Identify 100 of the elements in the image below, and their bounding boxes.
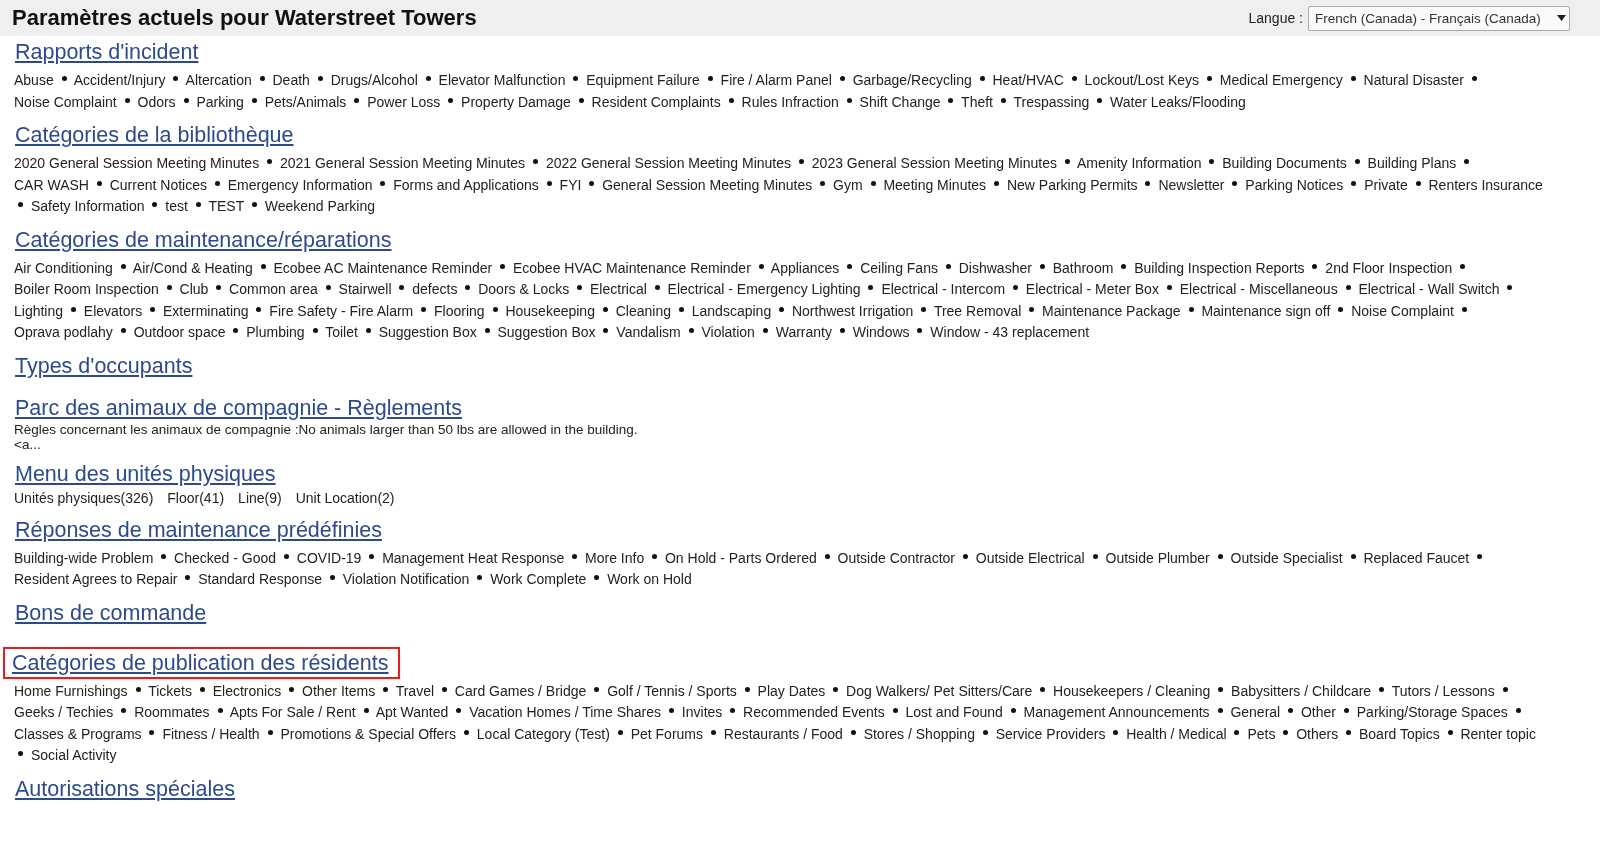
section-heading-link[interactable]: Catégories de publication des résidents: [5, 648, 399, 677]
category-item: Maintenance sign off: [1201, 302, 1331, 319]
category-item: Apt Wanted: [375, 704, 449, 720]
category-item: Amenity Information: [1077, 155, 1202, 171]
category-item: Renter topic: [1460, 725, 1536, 742]
category-item: General: [1230, 704, 1281, 720]
category-item: Geeks / Techies: [14, 704, 114, 720]
category-item: 2nd Floor Inspection: [1325, 259, 1453, 276]
category-item: Parking Notices: [1245, 176, 1344, 193]
category-item: Stairwell: [338, 281, 392, 297]
language-select[interactable]: French (Canada) - Français (Canada): [1308, 5, 1570, 31]
category-item: Others: [1296, 725, 1339, 742]
section-heading-link[interactable]: Autorisations spéciales: [14, 774, 236, 803]
category-item: Apts For Sale / Rent: [229, 704, 356, 720]
category-item: Exterminating: [162, 302, 249, 319]
section-heading-link[interactable]: Réponses de maintenance prédéfinies: [14, 515, 383, 544]
category-item: Service Providers: [995, 725, 1106, 742]
category-item: Electrical - Emergency Lighting: [667, 281, 861, 297]
category-item: Emergency Information: [227, 176, 373, 193]
category-item: Housekeeping: [505, 302, 595, 319]
category-item: Ecobee AC Maintenance Reminder: [273, 259, 493, 276]
category-item: Other: [1301, 704, 1336, 720]
section-heading-link[interactable]: Catégories de la bibliothèque: [14, 121, 295, 149]
category-item: Suggestion Box: [378, 324, 477, 340]
category-item: Window - 43 replacement: [930, 324, 1090, 340]
category-item: Flooring: [434, 302, 485, 319]
category-item: CAR WASH: [14, 176, 89, 193]
category-item: Management Heat Response: [382, 549, 565, 566]
category-item: Work Complete: [490, 571, 587, 587]
category-item: Building Documents: [1222, 155, 1347, 171]
category-item: Vandalism: [616, 324, 681, 340]
category-item: Forms and Applications: [393, 176, 539, 193]
category-item: Social Activity: [30, 747, 117, 763]
category-item: Doors & Locks: [478, 281, 570, 297]
category-item: Medical Emergency: [1219, 72, 1343, 88]
category-item: 2021 General Session Meeting Minutes: [279, 155, 526, 171]
category-item: Water Leaks/Flooding: [1110, 93, 1246, 110]
category-item: 2020 General Session Meeting Minutes: [14, 155, 260, 171]
category-item: Stores / Shopping: [863, 725, 975, 742]
category-item: Electrical: [590, 281, 647, 297]
category-item: Violation Notification: [342, 571, 470, 587]
category-item: Common area: [229, 281, 318, 297]
page-title: Paramètres actuels pour Waterstreet Towers: [12, 5, 477, 31]
category-item: Accident/Injury: [73, 72, 166, 88]
section-heading-link[interactable]: Bons de commande: [14, 598, 208, 627]
category-item: Parking/Storage Spaces: [1356, 704, 1508, 720]
category-item: Resident Complaints: [591, 93, 721, 110]
section-heading-link[interactable]: Types d'occupants: [14, 351, 194, 380]
category-item: Elevators: [83, 302, 143, 319]
category-item: Building Inspection Reports: [1134, 259, 1305, 276]
category-item: Theft: [961, 93, 993, 110]
category-item: Elevator Malfunction: [438, 72, 566, 88]
section-heading-link[interactable]: Menu des unités physiques: [14, 459, 277, 488]
category-item: Golf / Tennis / Sports: [607, 682, 737, 699]
category-item: Lighting: [14, 302, 64, 319]
category-item: Standard Response: [198, 571, 322, 587]
category-item: Vacation Homes / Time Shares: [469, 704, 662, 720]
unit-count-item: Line(9): [238, 488, 282, 508]
category-item: Restaurants / Food: [723, 725, 843, 742]
category-item: Home Furnishings: [14, 682, 128, 699]
category-item: Natural Disaster: [1363, 72, 1464, 88]
category-item: Boiler Room Inspection: [14, 281, 159, 297]
category-item: Health / Medical: [1126, 725, 1227, 742]
category-item: Warranty: [775, 324, 832, 340]
category-item: Tutors / Lessons: [1391, 682, 1495, 699]
category-item: New Parking Permits: [1006, 176, 1138, 193]
category-item: Northwest Irrigation: [791, 302, 914, 319]
category-item: Heat/HVAC: [992, 72, 1064, 88]
category-item: Outside Plumber: [1105, 549, 1210, 566]
category-item: Building Plans: [1367, 155, 1457, 171]
category-item: More Info: [585, 549, 645, 566]
category-item: Windows: [852, 324, 910, 340]
category-item: Toilet: [325, 324, 358, 340]
category-item: Dishwasher: [958, 259, 1032, 276]
category-item: defects: [412, 281, 458, 297]
category-item: Outside Specialist: [1230, 549, 1343, 566]
category-item: Promotions & Special Offers: [280, 725, 457, 742]
language-label: Langue :: [1248, 10, 1303, 26]
section-heading-link[interactable]: Rapports d'incident: [14, 38, 200, 66]
category-item: Electrical - Miscellaneous: [1179, 281, 1338, 297]
category-item: Appliances: [770, 259, 840, 276]
category-item: Abuse: [14, 72, 54, 88]
category-item: Oprava podlahy: [14, 324, 113, 340]
category-item: Lockout/Lost Keys: [1084, 72, 1199, 88]
category-item: Building-wide Problem: [14, 549, 154, 566]
category-item: Fire / Alarm Panel: [720, 72, 832, 88]
category-item: Odors: [137, 93, 176, 110]
category-item: Dog Walkers/ Pet Sitters/Care: [846, 682, 1033, 699]
category-item: Classes & Programs: [14, 725, 142, 742]
category-item: Garbage/Recycling: [852, 72, 972, 88]
category-item: Lost and Found: [905, 704, 1003, 720]
category-item: Electrical - Wall Switch: [1358, 281, 1500, 297]
category-item: Air/Cond & Heating: [132, 259, 253, 276]
category-item: Equipment Failure: [586, 72, 700, 88]
category-item: Electronics: [212, 682, 282, 699]
category-item: Management Announcements: [1023, 704, 1210, 720]
section-heading-link[interactable]: Parc des animaux de compagnie - Règlements: [14, 393, 463, 422]
section-heading-link[interactable]: Catégories de maintenance/réparations: [14, 225, 393, 254]
category-item: Pet Forums: [630, 725, 703, 742]
category-item: Tree Removal: [933, 302, 1022, 319]
